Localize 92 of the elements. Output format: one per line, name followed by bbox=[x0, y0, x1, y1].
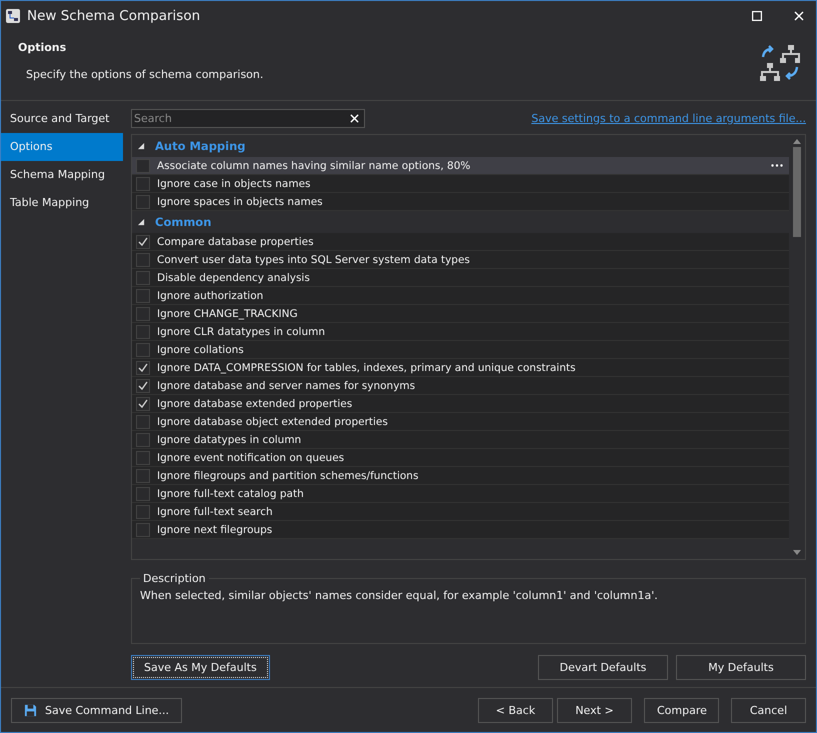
option-row[interactable]: Ignore database object extended properties bbox=[132, 413, 789, 431]
option-row[interactable]: Ignore collations bbox=[132, 341, 789, 359]
checkbox[interactable] bbox=[136, 486, 150, 500]
checkbox[interactable] bbox=[136, 522, 150, 536]
checkbox[interactable] bbox=[136, 176, 150, 190]
option-row[interactable]: Ignore full-text search bbox=[132, 503, 789, 521]
devart-defaults-button[interactable]: Devart Defaults bbox=[538, 655, 668, 680]
option-row[interactable]: Ignore filegroups and partition schemes/functions bbox=[132, 467, 789, 485]
description-text: When selected, similar objects' names consider equal, for example 'column1' and 'column1a'. bbox=[140, 589, 659, 602]
option-label: Convert user data types into SQL Server system data types bbox=[157, 254, 471, 266]
close-icon[interactable] bbox=[794, 11, 804, 21]
option-label: Ignore case in objects names bbox=[157, 178, 312, 190]
more-icon[interactable] bbox=[771, 164, 783, 167]
option-row[interactable]: Associate column names having similar name options, 80% bbox=[132, 157, 789, 175]
sidebar-item[interactable]: Source and Target bbox=[1, 105, 123, 133]
option-row[interactable]: Ignore full-text catalog path bbox=[132, 485, 789, 503]
option-row[interactable]: Ignore database extended properties bbox=[132, 395, 789, 413]
checkbox[interactable] bbox=[136, 432, 150, 446]
wizard-button[interactable]: Cancel bbox=[731, 698, 806, 722]
option-label: Ignore database and server names for synonyms bbox=[157, 380, 416, 392]
clear-icon[interactable] bbox=[350, 114, 359, 122]
option-label: Associate column names having similar name options, 80% bbox=[157, 160, 472, 172]
wizard-button[interactable]: Next > bbox=[557, 698, 632, 722]
checkbox[interactable] bbox=[136, 378, 150, 392]
option-label: Ignore database extended properties bbox=[157, 398, 354, 410]
app-logo-icon bbox=[5, 8, 21, 24]
checkbox[interactable] bbox=[136, 194, 150, 208]
checkbox[interactable] bbox=[136, 306, 150, 320]
wizard-button[interactable]: Compare bbox=[644, 698, 719, 722]
option-label: Disable dependency analysis bbox=[157, 272, 311, 284]
option-row[interactable]: Ignore spaces in objects names bbox=[132, 193, 789, 211]
option-label: Ignore DATA_COMPRESSION for tables, indexes, primary and unique constraints bbox=[157, 362, 577, 374]
sidebar-item[interactable]: Options bbox=[1, 133, 123, 161]
collapse-icon[interactable] bbox=[138, 218, 145, 226]
group-title: Auto Mapping bbox=[155, 139, 246, 153]
checkbox[interactable] bbox=[136, 158, 150, 172]
save-settings-link[interactable]: Save settings to a command line arguments file... bbox=[531, 112, 806, 124]
checkbox[interactable] bbox=[136, 234, 150, 248]
option-row[interactable]: Compare database properties bbox=[132, 233, 789, 251]
description-title: Description bbox=[142, 572, 207, 585]
save-command-line-button[interactable]: Save Command Line... bbox=[11, 698, 182, 722]
schema-sync-icon bbox=[760, 43, 800, 83]
option-label: Compare database properties bbox=[157, 236, 315, 248]
option-row[interactable]: Ignore DATA_COMPRESSION for tables, indexes, primary and unique constraints bbox=[132, 359, 789, 377]
option-label: Ignore full-text catalog path bbox=[157, 488, 305, 500]
checkbox[interactable] bbox=[136, 252, 150, 266]
checkbox[interactable] bbox=[136, 288, 150, 302]
sidebar-item[interactable]: Schema Mapping bbox=[1, 161, 123, 189]
option-row[interactable]: Ignore CLR datatypes in column bbox=[132, 323, 789, 341]
scroll-down-icon[interactable] bbox=[793, 550, 801, 555]
option-row[interactable]: Ignore event notification on queues bbox=[132, 449, 789, 467]
option-row[interactable]: Ignore database and server names for synonyms bbox=[132, 377, 789, 395]
scroll-up-icon[interactable] bbox=[793, 139, 801, 144]
checkbox[interactable] bbox=[136, 396, 150, 410]
maximize-icon[interactable] bbox=[752, 11, 762, 21]
option-row[interactable]: Ignore authorization bbox=[132, 287, 789, 305]
option-label: Ignore CHANGE_TRACKING bbox=[157, 308, 299, 320]
option-row[interactable]: Disable dependency analysis bbox=[132, 269, 789, 287]
option-row[interactable]: Ignore next filegroups bbox=[132, 521, 789, 539]
option-row[interactable]: Convert user data types into SQL Server system data types bbox=[132, 251, 789, 269]
checkbox[interactable] bbox=[136, 450, 150, 464]
option-label: Ignore CLR datatypes in column bbox=[157, 326, 326, 338]
option-label: Ignore full-text search bbox=[157, 506, 274, 518]
option-label: Ignore datatypes in column bbox=[157, 434, 302, 446]
option-label: Ignore next filegroups bbox=[157, 524, 274, 536]
wizard-button[interactable]: < Back bbox=[478, 698, 553, 722]
option-label: Ignore database object extended properties bbox=[157, 416, 389, 428]
checkbox[interactable] bbox=[136, 504, 150, 518]
window-title: New Schema Comparison bbox=[27, 8, 200, 24]
collapse-icon[interactable] bbox=[138, 142, 145, 150]
group-title: Common bbox=[155, 215, 212, 229]
checkbox[interactable] bbox=[136, 342, 150, 356]
checkbox[interactable] bbox=[136, 270, 150, 284]
option-label: Ignore event notification on queues bbox=[157, 452, 346, 464]
sidebar-item[interactable]: Table Mapping bbox=[1, 189, 123, 217]
my-defaults-button[interactable]: My Defaults bbox=[676, 655, 806, 680]
checkbox[interactable] bbox=[136, 414, 150, 428]
save-defaults-button[interactable]: Save As My Defaults bbox=[131, 655, 270, 680]
page-subtitle: Specify the options of schema comparison. bbox=[26, 68, 264, 81]
checkbox[interactable] bbox=[136, 360, 150, 374]
option-row[interactable]: Ignore datatypes in column bbox=[132, 431, 789, 449]
checkbox[interactable] bbox=[136, 324, 150, 338]
page-title: Options bbox=[18, 41, 68, 54]
option-row[interactable]: Ignore case in objects names bbox=[132, 175, 789, 193]
scrollbar-thumb[interactable] bbox=[793, 147, 801, 237]
option-label: Ignore collations bbox=[157, 344, 245, 356]
checkbox[interactable] bbox=[136, 468, 150, 482]
option-label: Ignore authorization bbox=[157, 290, 264, 302]
option-label: Ignore spaces in objects names bbox=[157, 196, 324, 208]
option-label: Ignore filegroups and partition schemes/functions bbox=[157, 470, 420, 482]
search-field[interactable]: Search bbox=[131, 108, 365, 128]
option-row[interactable]: Ignore CHANGE_TRACKING bbox=[132, 305, 789, 323]
